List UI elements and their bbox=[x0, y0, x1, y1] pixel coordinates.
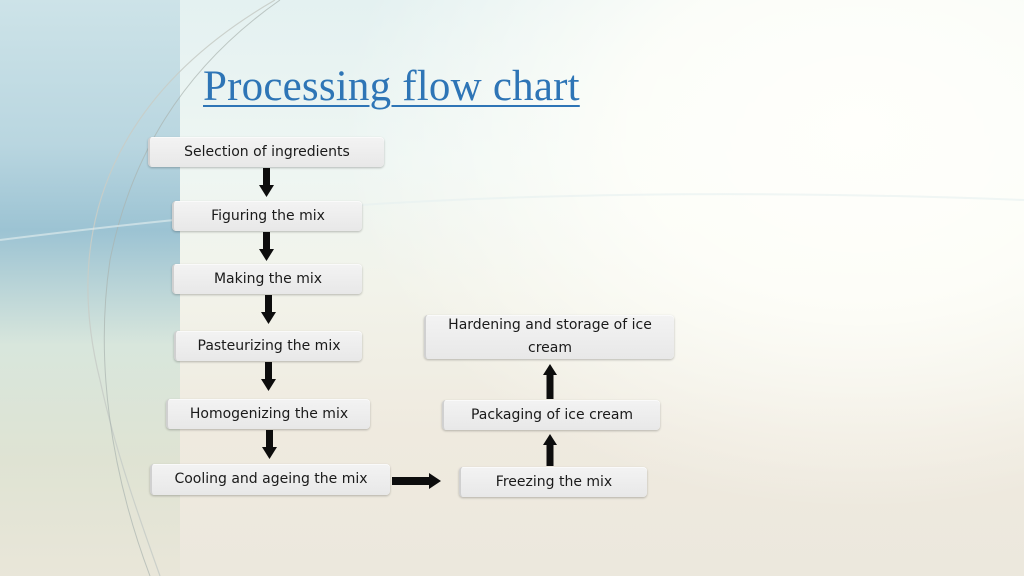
arrow-right-icon bbox=[392, 473, 441, 489]
arrow-up-icon bbox=[543, 364, 557, 399]
arrow-down-icon bbox=[259, 168, 274, 197]
arrow-down-icon bbox=[262, 430, 277, 459]
arrow-up-icon bbox=[543, 434, 557, 466]
arrow-down-icon bbox=[261, 295, 276, 324]
arrow-down-icon bbox=[261, 362, 276, 391]
connectors bbox=[259, 168, 557, 489]
arrow-down-icon bbox=[259, 232, 274, 261]
